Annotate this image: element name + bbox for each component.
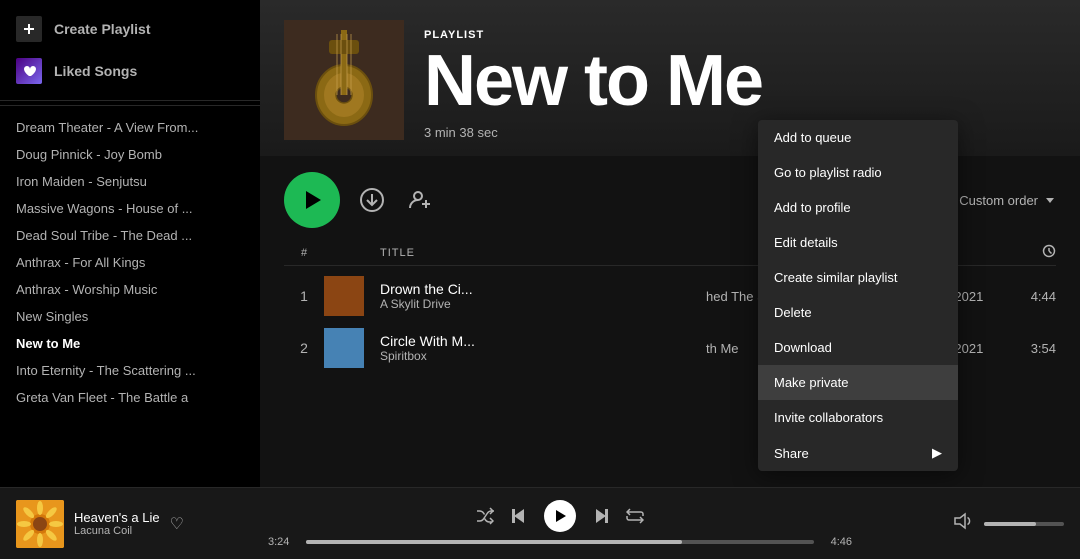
menu-item-edit-details[interactable]: Edit details (758, 225, 958, 260)
player-play-button[interactable] (544, 500, 576, 532)
prev-button[interactable] (510, 507, 528, 525)
player-track-text: Heaven's a Lie Lacuna Coil (74, 510, 160, 537)
playlist-item[interactable]: Iron Maiden - Senjutsu (0, 168, 260, 195)
playlist-item[interactable]: Doug Pinnick - Joy Bomb (0, 141, 260, 168)
menu-item-label: Create similar playlist (774, 270, 898, 285)
menu-item-label: Make private (774, 375, 848, 390)
volume-fill (984, 522, 1036, 526)
menu-item-label: Go to playlist radio (774, 165, 882, 180)
context-menu: Add to queue Go to playlist radio Add to… (758, 120, 958, 471)
menu-item-label: Add to profile (774, 200, 851, 215)
next-button[interactable] (592, 507, 610, 525)
menu-item-download[interactable]: Download (758, 330, 958, 365)
playlist-item[interactable]: New Singles (0, 303, 260, 330)
player-track-name: Heaven's a Lie (74, 510, 160, 525)
sidebar: Create Playlist Liked Songs Dream Theate… (0, 0, 260, 487)
menu-item-label: Add to queue (774, 130, 851, 145)
menu-item-go-to-radio[interactable]: Go to playlist radio (758, 155, 958, 190)
menu-item-add-to-profile[interactable]: Add to profile (758, 190, 958, 225)
playlist-item[interactable]: Anthrax - Worship Music (0, 276, 260, 303)
progress-track[interactable] (306, 540, 814, 544)
menu-item-add-to-queue[interactable]: Add to queue (758, 120, 958, 155)
playlist-item[interactable]: Dead Soul Tribe - The Dead ... (0, 222, 260, 249)
playlist-item-active[interactable]: New to Me (0, 330, 260, 357)
menu-item-label: Edit details (774, 235, 838, 250)
liked-songs-icon (16, 58, 42, 84)
menu-item-create-similar[interactable]: Create similar playlist (758, 260, 958, 295)
sidebar-playlist-list[interactable]: Dream Theater - A View From... Doug Pinn… (0, 110, 260, 487)
liked-songs-label: Liked Songs (54, 63, 137, 79)
player-right-controls (864, 512, 1064, 535)
playlist-item[interactable]: Massive Wagons - House of ... (0, 195, 260, 222)
playlist-item[interactable]: Dream Theater - A View From... (0, 114, 260, 141)
menu-item-arrow: ▶ (932, 445, 942, 461)
playlist-item[interactable]: Greta Van Fleet - The Battle a (0, 384, 260, 411)
sidebar-playlist-wrapper: Dream Theater - A View From... Doug Pinn… (0, 110, 260, 487)
menu-item-make-private[interactable]: Make private (758, 365, 958, 400)
main-content: PLAYLIST New to Me 3 min 38 sec (260, 0, 1080, 487)
playlist-item[interactable]: Into Eternity - The Scattering ... (0, 357, 260, 384)
menu-item-invite-collaborators[interactable]: Invite collaborators (758, 400, 958, 435)
volume-bar[interactable] (984, 522, 1064, 526)
create-playlist-button[interactable]: Create Playlist (0, 8, 260, 50)
shuffle-button[interactable] (476, 507, 494, 525)
create-playlist-label: Create Playlist (54, 21, 151, 37)
create-playlist-icon (16, 16, 42, 42)
like-button[interactable]: ♡ (170, 514, 184, 534)
sidebar-top: Create Playlist Liked Songs (0, 0, 260, 101)
player-progress-bar[interactable]: 3:24 4:46 (268, 536, 852, 548)
menu-item-label: Share (774, 446, 809, 461)
player-track-artist: Lacuna Coil (74, 525, 160, 537)
player-buttons (476, 500, 644, 532)
app-layout: Create Playlist Liked Songs Dream Theate… (0, 0, 1080, 487)
sidebar-divider (0, 105, 260, 106)
menu-item-label: Delete (774, 305, 812, 320)
volume-icon[interactable] (954, 512, 972, 535)
menu-item-delete[interactable]: Delete (758, 295, 958, 330)
menu-item-label: Invite collaborators (774, 410, 883, 425)
player-thumbnail (16, 500, 64, 548)
menu-item-share[interactable]: Share ▶ (758, 435, 958, 471)
bottom-player: Heaven's a Lie Lacuna Coil ♡ (0, 487, 1080, 559)
progress-fill (306, 540, 682, 544)
playlist-item[interactable]: Anthrax - For All Kings (0, 249, 260, 276)
menu-item-label: Download (774, 340, 832, 355)
current-time: 3:24 (268, 536, 298, 548)
repeat-button[interactable] (626, 507, 644, 525)
total-time: 4:46 (822, 536, 852, 548)
liked-songs-item[interactable]: Liked Songs (0, 50, 260, 92)
player-track-info: Heaven's a Lie Lacuna Coil ♡ (16, 500, 256, 548)
player-controls: 3:24 4:46 (268, 500, 852, 548)
